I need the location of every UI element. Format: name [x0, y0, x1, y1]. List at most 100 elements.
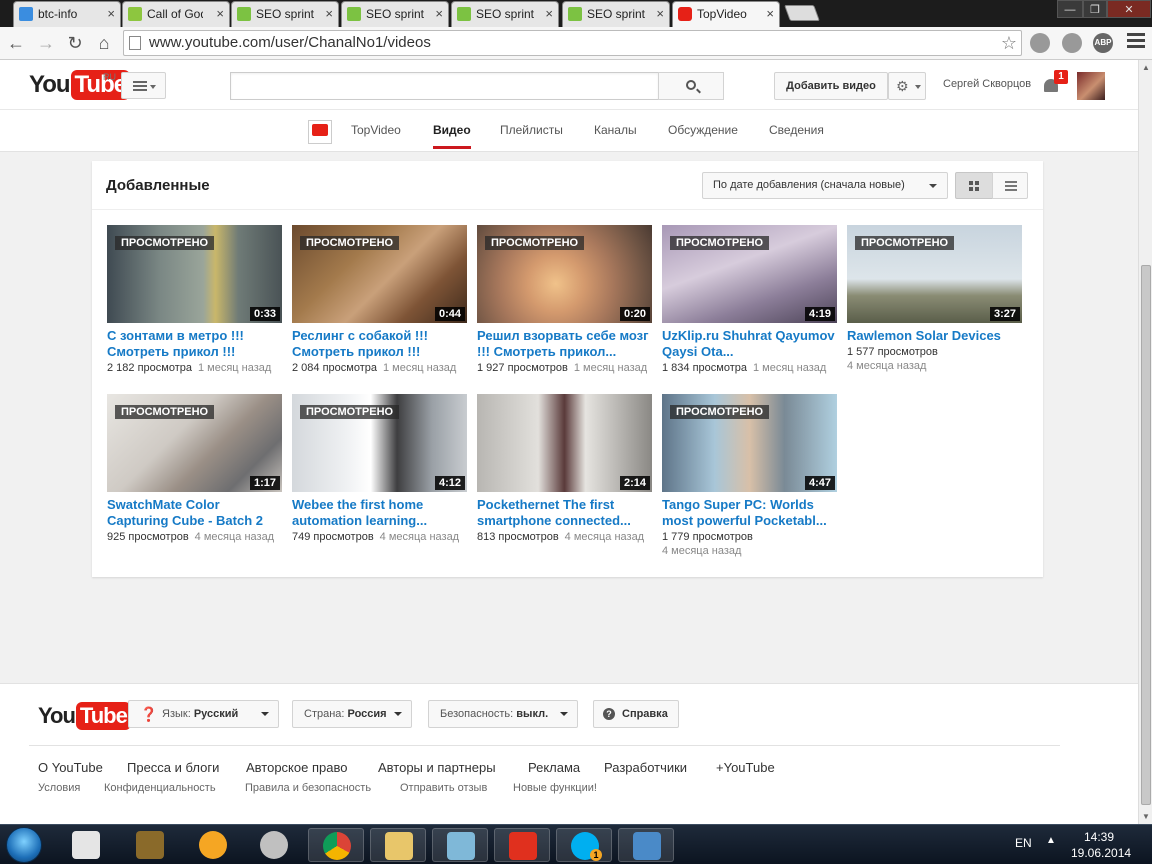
home-icon[interactable]: ⌂	[93, 32, 115, 54]
footer-link[interactable]: Отправить отзыв	[400, 782, 487, 794]
search-input[interactable]	[230, 72, 659, 100]
forward-arrow-icon[interactable]: →	[35, 32, 57, 54]
taskbar-app[interactable]	[185, 828, 241, 862]
search-button[interactable]	[658, 72, 724, 100]
taskbar-app[interactable]	[246, 828, 302, 862]
tab-topvideo[interactable]: TopVideo	[351, 123, 401, 137]
video-card[interactable]: 2:14 Pockethernet The first smartphone c…	[477, 394, 652, 544]
taskbar-app-chrome[interactable]	[308, 828, 364, 862]
tab-about[interactable]: Сведения	[769, 123, 824, 137]
browser-tab[interactable]: SEO sprint ×	[451, 1, 559, 27]
video-thumbnail[interactable]: ПРОСМОТРЕНО 0:33	[107, 225, 282, 323]
extension-icon[interactable]	[1030, 33, 1050, 53]
taskbar-app[interactable]	[618, 828, 674, 862]
language-dropdown[interactable]: ❓ Язык: Русский	[128, 700, 279, 728]
keyboard-language[interactable]: EN	[1015, 836, 1032, 850]
footer-link[interactable]: Правила и безопасность	[245, 782, 371, 794]
bookmark-star-icon[interactable]: ☆	[1001, 31, 1017, 55]
video-thumbnail[interactable]: ПРОСМОТРЕНО 0:20	[477, 225, 652, 323]
video-card[interactable]: ПРОСМОТРЕНО 4:12 Webee the first home au…	[292, 394, 467, 544]
help-button[interactable]: ? Справка	[593, 700, 679, 728]
video-title[interactable]: UzKlip.ru Shuhrat Qayumov Qaysi Ota...	[662, 328, 837, 360]
video-title[interactable]: С зонтами в метро !!! Смотреть прикол !!…	[107, 328, 282, 360]
video-thumbnail[interactable]: 2:14	[477, 394, 652, 492]
address-bar[interactable]: www.youtube.com/user/ChanalNo1/videos ☆	[123, 30, 1022, 56]
video-card[interactable]: ПРОСМОТРЕНО 4:19 UzKlip.ru Shuhrat Qayum…	[662, 225, 837, 375]
tab-channels[interactable]: Каналы	[594, 123, 637, 137]
video-thumbnail[interactable]: ПРОСМОТРЕНО 4:12	[292, 394, 467, 492]
browser-tab[interactable]: Call of Gods ×	[122, 1, 230, 27]
country-dropdown[interactable]: Страна: Россия	[292, 700, 412, 728]
close-icon[interactable]: ×	[656, 2, 664, 26]
username[interactable]: Сергей Скворцов	[943, 78, 1031, 90]
video-card[interactable]: ПРОСМОТРЕНО 4:47 Tango Super PC: Worlds …	[662, 394, 837, 558]
tray-expand-icon[interactable]: ▲	[1046, 835, 1056, 846]
taskbar-app[interactable]	[58, 828, 114, 862]
video-thumbnail[interactable]: ПРОСМОТРЕНО 1:17	[107, 394, 282, 492]
taskbar-app[interactable]	[432, 828, 488, 862]
browser-tab[interactable]: SEO sprint ×	[341, 1, 449, 27]
safety-dropdown[interactable]: Безопасность: выкл.	[428, 700, 578, 728]
video-title[interactable]: Tango Super PC: Worlds most powerful Poc…	[662, 497, 837, 529]
video-card[interactable]: ПРОСМОТРЕНО 1:17 SwatchMate Color Captur…	[107, 394, 282, 544]
notifications-button[interactable]: 1	[1042, 70, 1068, 95]
taskbar-app[interactable]: 1	[556, 828, 612, 862]
new-tab-button[interactable]	[784, 5, 820, 21]
avatar[interactable]	[1077, 72, 1105, 100]
footer-link[interactable]: Условия	[38, 782, 80, 794]
video-title[interactable]: SwatchMate Color Capturing Cube - Batch …	[107, 497, 282, 529]
taskbar-app[interactable]	[122, 828, 178, 862]
footer-link[interactable]: +YouTube	[716, 760, 775, 775]
browser-tab-active[interactable]: TopVideo ×	[672, 1, 780, 27]
taskbar-app[interactable]	[494, 828, 550, 862]
video-thumbnail[interactable]: ПРОСМОТРЕНО 3:27	[847, 225, 1022, 323]
video-title[interactable]: Реслинг с собакой !!! Смотреть прикол !!…	[292, 328, 467, 360]
list-view-button[interactable]	[992, 172, 1028, 199]
footer-link[interactable]: Реклама	[528, 760, 580, 775]
start-button[interactable]	[6, 827, 42, 863]
tab-discussion[interactable]: Обсуждение	[668, 123, 738, 137]
upload-button[interactable]: Добавить видео	[774, 72, 888, 100]
close-icon[interactable]: ×	[325, 2, 333, 26]
browser-tab[interactable]: btc-info ×	[13, 1, 121, 27]
footer-link[interactable]: О YouTube	[38, 760, 103, 775]
settings-button[interactable]: ⚙	[888, 72, 926, 100]
footer-link[interactable]: Авторское право	[246, 760, 347, 775]
close-icon[interactable]: ×	[766, 2, 774, 26]
clock-date[interactable]: 19.06.2014	[1071, 846, 1131, 860]
footer-youtube-logo[interactable]: You Tube	[38, 702, 131, 730]
video-card[interactable]: ПРОСМОТРЕНО 0:33 С зонтами в метро !!! С…	[107, 225, 282, 375]
video-thumbnail[interactable]: ПРОСМОТРЕНО 4:47	[662, 394, 837, 492]
video-thumbnail[interactable]: ПРОСМОТРЕНО 0:44	[292, 225, 467, 323]
video-title[interactable]: Rawlemon Solar Devices	[847, 328, 1022, 344]
footer-link[interactable]: Авторы и партнеры	[378, 760, 496, 775]
video-card[interactable]: ПРОСМОТРЕНО 3:27 Rawlemon Solar Devices …	[847, 225, 1022, 373]
tab-playlists[interactable]: Плейлисты	[500, 123, 563, 137]
guide-menu-button[interactable]	[121, 72, 166, 99]
taskbar-app[interactable]	[370, 828, 426, 862]
video-title[interactable]: Pockethernet The first smartphone connec…	[477, 497, 652, 529]
extension-icon[interactable]	[1062, 33, 1082, 53]
clock-time[interactable]: 14:39	[1084, 830, 1114, 844]
reload-icon[interactable]: ↻	[64, 32, 86, 54]
video-title[interactable]: Решил взорвать себе мозг !!! Смотреть пр…	[477, 328, 652, 360]
grid-view-button[interactable]	[955, 172, 993, 199]
restore-window-button[interactable]: ❐	[1083, 0, 1107, 18]
footer-link[interactable]: Новые функции!	[513, 782, 597, 794]
channel-avatar[interactable]	[308, 120, 332, 144]
scrollbar-thumb[interactable]	[1141, 265, 1151, 805]
browser-tab[interactable]: SEO sprint ×	[231, 1, 339, 27]
video-thumbnail[interactable]: ПРОСМОТРЕНО 4:19	[662, 225, 837, 323]
scroll-up-icon[interactable]: ▲	[1142, 63, 1150, 72]
back-arrow-icon[interactable]: ←	[5, 32, 27, 54]
sort-dropdown[interactable]: По дате добавления (сначала новые)	[702, 172, 948, 199]
tab-videos[interactable]: Видео	[433, 123, 471, 149]
browser-menu-icon[interactable]	[1127, 33, 1145, 53]
close-icon[interactable]: ×	[216, 2, 224, 26]
adblock-plus-icon[interactable]: ABP	[1093, 33, 1113, 53]
footer-link[interactable]: Пресса и блоги	[127, 760, 219, 775]
close-icon[interactable]: ×	[107, 2, 115, 26]
minimize-window-button[interactable]: —	[1057, 0, 1083, 18]
scroll-down-icon[interactable]: ▼	[1142, 812, 1150, 821]
footer-link[interactable]: Конфиденциальность	[104, 782, 216, 794]
